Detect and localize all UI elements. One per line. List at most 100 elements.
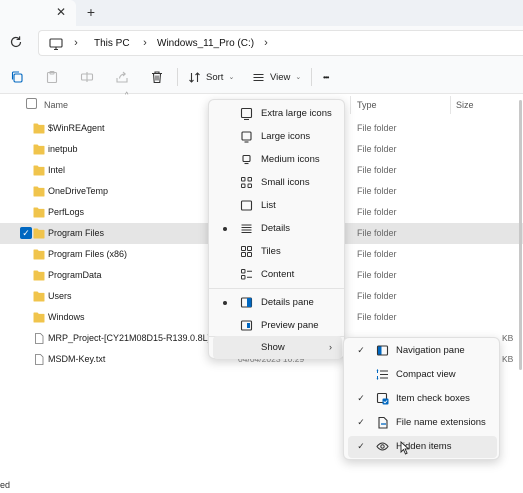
show-option-hidden-items[interactable]: ✓ Hidden items [348,436,497,458]
file-type: File folder [357,270,397,280]
select-all-checkbox[interactable] [26,98,37,109]
menu-item-label: Navigation pane [396,345,465,356]
view-option-list[interactable]: List [213,194,342,217]
breadcrumb-drive-c[interactable]: Windows_11_Pro (C:) [157,37,254,51]
file-size: KB [502,354,514,364]
view-label: View [270,71,291,83]
chevron-right-icon: › [329,342,332,352]
menu-item-label: List [261,200,276,211]
sort-button[interactable]: Sort ⌄ [188,67,234,87]
details-icon [241,224,252,234]
delete-icon[interactable] [150,70,164,84]
folder-icon [33,186,45,197]
view-option-details-pane[interactable]: Details pane [213,291,342,314]
sort-icon [189,71,200,83]
more-options-button[interactable]: ••• [323,67,329,87]
view-option-tiles[interactable]: Tiles [213,240,342,263]
breadcrumb-this-pc[interactable]: This PC [94,37,130,51]
view-option-medium-icons[interactable]: Medium icons [213,148,342,171]
breadcrumb-separator[interactable]: › [140,36,150,50]
file-type: File folder [357,312,397,322]
medium-icons-icon [242,154,251,165]
menu-item-label: Medium icons [261,154,320,165]
column-divider[interactable] [450,96,451,114]
menu-item-label: Small icons [261,177,310,188]
file-name: Users [48,291,72,301]
menu-item-label: Preview pane [261,320,319,331]
vertical-scrollbar[interactable] [519,100,522,370]
large-icons-icon [241,131,252,143]
file-type: File folder [357,228,397,238]
file-name: $WinREAgent [48,123,105,133]
row-checkbox-checked[interactable]: ✓ [20,227,32,239]
folder-icon [33,249,45,260]
menu-item-label: Show [261,342,285,353]
file-extensions-icon [378,416,388,429]
column-divider[interactable] [350,96,351,114]
file-name: MRP_Project-[CY21M08D15-R139.0.8L]-0 [48,333,219,343]
view-option-small-icons[interactable]: Small icons [213,171,342,194]
file-type: File folder [357,249,397,259]
toolbar-divider [177,68,178,86]
preview-pane-icon [240,320,253,331]
menu-item-label: Compact view [396,369,456,380]
paste-icon[interactable] [45,70,59,84]
details-pane-icon [240,297,253,308]
share-icon[interactable] [115,70,129,84]
show-option-navigation-pane[interactable]: ✓ Navigation pane [348,340,497,362]
rename-icon[interactable] [80,70,94,84]
hidden-items-icon [376,442,389,451]
column-header-name[interactable]: Name [44,98,68,112]
view-option-preview-pane[interactable]: Preview pane [213,314,342,337]
sort-ascending-icon: ^ [125,92,129,99]
folder-icon [33,144,45,155]
refresh-icon[interactable] [9,35,23,49]
file-name: OneDriveTemp [48,186,109,196]
menu-item-label: Large icons [261,131,311,142]
file-name: ProgramData [48,270,102,280]
address-bar[interactable]: › This PC › Windows_11_Pro (C:) › [38,30,523,56]
show-submenu: ✓ Navigation pane Compact view ✓ Item check … [343,337,500,460]
command-bar: Sort ⌄ View ⌄ ••• [0,60,523,94]
menu-item-label: Item check boxes [396,393,470,404]
checkmark-icon: ✓ [357,417,365,427]
close-tab-icon[interactable]: ✕ [54,5,68,19]
view-option-details[interactable]: Details [213,217,342,240]
column-header-size[interactable]: Size [456,98,474,112]
mouse-cursor-icon [400,441,410,455]
content-icon [241,269,252,280]
view-option-large-icons[interactable]: Large icons [213,125,342,148]
copy-icon[interactable] [10,70,24,84]
file-type: File folder [357,186,397,196]
checkmark-icon: ✓ [357,393,365,403]
view-option-content[interactable]: Content [213,263,342,286]
breadcrumb-separator[interactable]: › [261,36,271,50]
file-icon [35,354,44,365]
tab-strip: ✕ + [0,0,523,26]
view-option-show[interactable]: Show › [213,336,342,359]
folder-icon [33,228,45,239]
explorer-tab[interactable]: ✕ [0,0,76,26]
menu-item-label: File name extensions [396,417,486,428]
folder-icon [33,123,45,134]
menu-item-label: Tiles [261,246,281,257]
new-tab-icon[interactable]: + [84,4,98,20]
column-header-type[interactable]: Type [357,98,377,112]
show-option-compact-view[interactable]: Compact view [348,364,497,386]
file-name: Windows [48,312,85,322]
show-option-item-check-boxes[interactable]: ✓ Item check boxes [348,388,497,410]
small-icons-icon [241,177,252,188]
file-size: KB [502,333,514,343]
view-option-extra-large-icons[interactable]: Extra large icons [213,102,342,125]
compact-view-icon [376,369,388,380]
menu-item-label: Content [261,269,295,280]
list-icon [240,200,253,211]
toolbar-divider [311,68,312,86]
view-button[interactable]: View ⌄ [252,67,301,87]
show-option-file-name-extensions[interactable]: ✓ File name extensions [348,412,497,434]
chevron-down-icon: ⌄ [295,74,302,81]
file-name: PerfLogs [48,207,85,217]
file-name: Intel [48,165,66,175]
chevron-down-icon: ⌄ [228,74,235,81]
file-type: File folder [357,144,397,154]
